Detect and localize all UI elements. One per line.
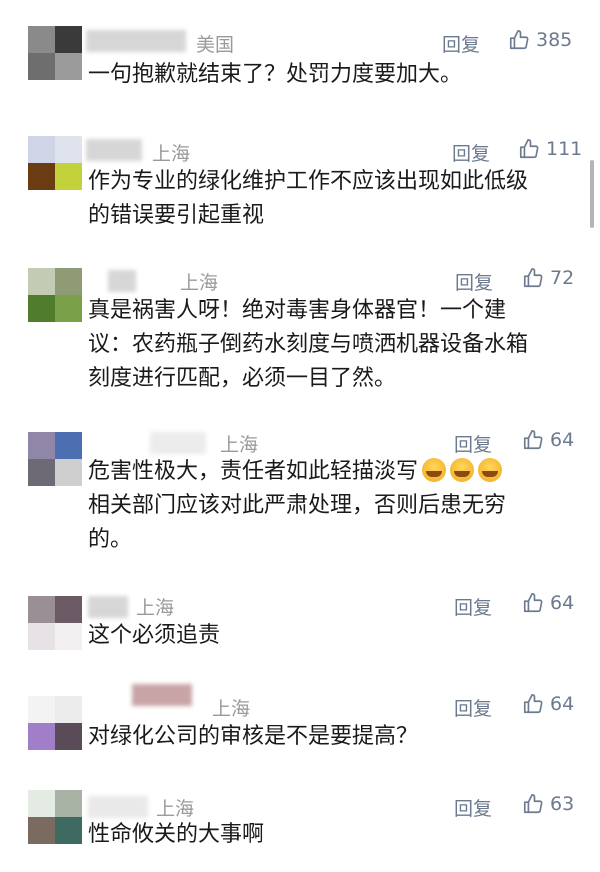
reply-button[interactable]: 回复	[454, 593, 492, 620]
thumbs-up-icon	[519, 139, 539, 159]
reply-button[interactable]: 回复	[452, 139, 490, 166]
like-count: 64	[550, 592, 575, 614]
avatar[interactable]	[28, 596, 82, 650]
avatar[interactable]	[28, 432, 82, 486]
comment-line: 议：农药瓶子倒药水刻度与喷洒机器设备水箱	[88, 332, 529, 357]
like-count: 72	[550, 267, 575, 289]
like-count: 385	[536, 29, 573, 51]
comment-location: 上海	[152, 143, 191, 165]
comment-location: 上海	[180, 272, 219, 294]
comment-line: 这个必须追责	[88, 623, 221, 648]
username-redacted	[108, 270, 136, 292]
reply-button[interactable]: 回复	[442, 30, 480, 57]
comment-location: 上海	[212, 698, 251, 720]
comment-location: 上海	[136, 597, 175, 619]
laugh-cry-emoji-icon	[422, 458, 447, 482]
reply-button[interactable]: 回复	[454, 430, 492, 457]
comment-text: 真是祸害人呀！绝对毒害身体器官！一个建 议：农药瓶子倒药水刻度与喷洒机器设备水箱…	[88, 294, 528, 396]
comment-line-text: 危害性极大，责任者如此轻描淡写	[88, 459, 419, 484]
laugh-cry-emoji-icon	[478, 458, 503, 482]
like-button[interactable]: 385	[508, 29, 572, 51]
like-button[interactable]: 64	[522, 429, 574, 451]
comment-line: 对绿化公司的审核是不是要提高？	[88, 724, 419, 749]
reply-button[interactable]: 回复	[454, 694, 492, 721]
comment-line: 的。	[88, 527, 133, 552]
comment-line: 真是祸害人呀！绝对毒害身体器官！一个建	[88, 298, 507, 323]
username-redacted	[150, 432, 206, 454]
thumbs-up-icon	[523, 593, 543, 613]
comment-line: 的错误要引起重视	[88, 203, 265, 228]
avatar[interactable]	[28, 136, 82, 190]
avatar[interactable]	[28, 268, 82, 322]
comment-text: 一句抱歉就结束了？处罚力度要加大。	[88, 58, 462, 92]
username-redacted	[86, 139, 142, 161]
comment-location: 美国	[196, 34, 235, 56]
avatar[interactable]	[28, 696, 82, 750]
comment-line: 相关部门应该对此严肃处理，否则后患无穷	[88, 493, 507, 518]
like-count: 111	[546, 138, 583, 160]
comment-text: 对绿化公司的审核是不是要提高？	[88, 720, 418, 754]
laugh-cry-emoji-icon	[450, 458, 475, 482]
scrollbar[interactable]	[590, 160, 594, 228]
comment-line: 作为专业的绿化维护工作不应该出现如此低级	[88, 169, 529, 194]
comment-line: 性命攸关的大事啊	[88, 822, 265, 847]
reply-button[interactable]: 回复	[454, 794, 492, 821]
like-button[interactable]: 64	[522, 592, 574, 614]
thumbs-up-icon	[509, 30, 529, 50]
like-button[interactable]: 72	[522, 267, 574, 289]
comment-line: 一句抱歉就结束了？处罚力度要加大。	[88, 62, 463, 87]
like-count: 63	[550, 793, 575, 815]
like-count: 64	[550, 429, 575, 451]
username-redacted	[86, 30, 186, 52]
thumbs-up-icon	[523, 268, 543, 288]
comment-line: 危害性极大，责任者如此轻描淡写	[88, 455, 506, 489]
thumbs-up-icon	[523, 694, 543, 714]
reply-button[interactable]: 回复	[455, 268, 493, 295]
avatar[interactable]	[28, 26, 82, 80]
comment-text: 危害性极大，责任者如此轻描淡写 相关部门应该对此严肃处理，否则后患无穷 的。	[88, 455, 506, 557]
like-button[interactable]: 111	[518, 138, 582, 160]
like-button[interactable]: 64	[522, 693, 574, 715]
username-redacted	[132, 684, 192, 706]
avatar[interactable]	[28, 790, 82, 844]
comment-text: 作为专业的绿化维护工作不应该出现如此低级 的错误要引起重视	[88, 165, 528, 233]
comment-text: 这个必须追责	[88, 619, 220, 653]
like-count: 64	[550, 693, 575, 715]
comment-text: 性命攸关的大事啊	[88, 818, 264, 852]
like-button[interactable]: 63	[522, 793, 574, 815]
comment-location: 上海	[156, 798, 195, 820]
username-redacted	[88, 796, 148, 818]
comment-line: 刻度进行匹配，必须一目了然。	[88, 366, 397, 391]
comment-location: 上海	[220, 434, 259, 456]
thumbs-up-icon	[523, 794, 543, 814]
thumbs-up-icon	[523, 430, 543, 450]
username-redacted	[88, 596, 128, 618]
